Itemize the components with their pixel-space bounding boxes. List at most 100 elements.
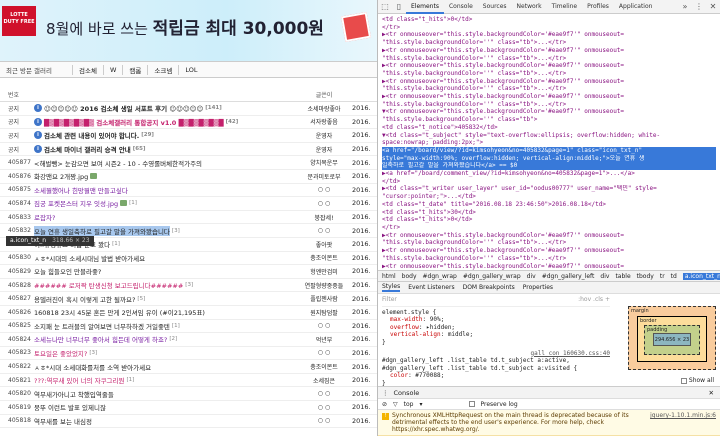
comment-count[interactable]: [1] [127, 377, 135, 383]
css-declaration[interactable]: overflow: ▸hidden; [382, 324, 610, 332]
table-row[interactable]: 405822 ㅅㅎ*시대 소세대화를처를 소역 받아가세요 충조이몬트 2016. [0, 360, 377, 374]
dom-node-line[interactable]: </td> [382, 178, 716, 186]
table-row[interactable]: 공지 i 검소체 관련 내용이 있어야 합니다. [29] 운영자 2016. [0, 129, 377, 143]
clear-console-icon[interactable]: ⊘ [382, 401, 387, 408]
breadcrumb-item[interactable]: html [382, 273, 396, 280]
tab-sources[interactable]: Sources [478, 0, 512, 14]
tab-console[interactable]: Console [444, 0, 478, 14]
context-select[interactable]: top [404, 401, 414, 408]
dom-node-line[interactable]: space:nowrap; padding:2px;"> [382, 139, 716, 147]
table-row[interactable]: 405820 역무새가아니고 착했입역줄들 ○ ○ 2016. [0, 387, 377, 402]
styles-tab[interactable]: Event Listeners [408, 284, 454, 291]
table-row[interactable]: 405823 토요일은 좋았었지? [3] ○ ○ 2016. [0, 347, 377, 361]
tab-timeline[interactable]: Timeline [547, 0, 583, 14]
dom-node-line[interactable]: ▶<tr onmouseover="this.style.backgroundC… [382, 247, 716, 255]
post-title-link[interactable]: 검소체 관련 내용이 있어야 합니다. [44, 130, 139, 140]
show-all[interactable]: Show all [680, 377, 714, 384]
dom-node-line[interactable]: "cursor:pointer;">...</td> [382, 193, 716, 201]
post-writer[interactable]: 충조이몬트 [296, 362, 352, 371]
css-declaration[interactable]: color: #770088; [382, 372, 610, 380]
comment-count[interactable]: [1] [112, 241, 120, 247]
comment-count[interactable]: [3] [185, 282, 193, 288]
table-row[interactable]: 405827 용델러진이 혹시 이렇게 고한 될까요? [5] 플립젠사람 2016. [0, 292, 377, 306]
post-title-link[interactable]: ㅅㅎ*시대의 소세시대님 발법 받아가세요 [34, 253, 145, 263]
dom-node-line[interactable]: <td class="t_notice">405832</td> [382, 124, 716, 132]
hov-toggle[interactable]: :hov [578, 296, 591, 303]
table-row[interactable]: 405819 뭉뚜 이런트 발표 있제니잖 ○ ○ 2016. [0, 401, 377, 415]
styles-tab[interactable]: Styles [382, 283, 401, 292]
post-title-link[interactable]: 역무새가아니고 착했입역줄들 [34, 389, 114, 399]
dom-node-line[interactable]: <td class="t_date" title="2016.08.18 23:… [382, 201, 716, 209]
post-writer[interactable]: 원지탐덤팔 [296, 308, 352, 317]
post-title-link[interactable]: 검소체 마이너 갤러리 승격 안내 [44, 144, 131, 154]
post-title-link[interactable]: 뭉뚜 이런트 발표 있제니잖 [34, 402, 106, 412]
tab-network[interactable]: Network [512, 0, 547, 14]
dom-node-line[interactable]: ▶<tr onmouseover="this.style.backgroundC… [382, 263, 716, 271]
post-writer[interactable]: 연팔형량중중들 [296, 281, 352, 290]
table-row[interactable]: 405824 소세뉴나만 너무너무 좋아서 힘든데 어떻게 하죠? [2] 억년부 20… [0, 333, 377, 347]
post-writer[interactable]: ○ ○ [296, 227, 352, 234]
dom-node-line[interactable]: ▶<tr onmouseover="this.style.backgroundC… [382, 232, 716, 240]
breadcrumb-item[interactable]: div [600, 273, 609, 280]
comment-count[interactable]: [65] [133, 146, 146, 152]
tab-application[interactable]: Application [614, 0, 658, 14]
post-writer[interactable]: 좋아팟 [296, 240, 352, 249]
breadcrumb-item[interactable]: div [527, 273, 536, 280]
post-title-link[interactable]: 소지패 눈 트러블의 알여보면 너무하하겠 거일좋텐 [34, 321, 170, 331]
post-title-link[interactable]: 160818 23시 45분 혼든 만게 2인셔임 유이 (#이21,195표) [34, 307, 205, 317]
breadcrumb-item[interactable]: tbody [637, 273, 654, 280]
dom-node-line[interactable]: ▶<td class="t_writer user_layer" user_id… [382, 185, 716, 193]
post-writer[interactable]: 문과미토로부 [296, 172, 352, 181]
post-title-link[interactable]: ???:역무새 있어 너의 자쿠그리뭔 [34, 375, 125, 385]
post-title-link[interactable]: █▒█▒█▒█▒█▒ 검소체갤러리 통합공지 v1.0 █▒█▒█▒█▒█ [44, 117, 224, 127]
dom-node-line[interactable]: ▼<td class="t_subject" style="text-overf… [382, 132, 716, 140]
post-title-link[interactable]: 소세뭘했어나 힌망뭘맨 만들고싶다 [34, 185, 128, 195]
menu-icon[interactable]: ⋮ [692, 0, 706, 14]
post-title-link[interactable]: 오늘 힘들오인 만블라좋? [34, 266, 101, 276]
breadcrumb-item[interactable]: body [402, 273, 417, 280]
post-title-link[interactable]: 화강맨요 2개짱.jpg [34, 171, 88, 181]
filter-input[interactable]: Filter [382, 296, 397, 304]
warning-source-link[interactable]: jquery-1.10.1.min.js:6 [650, 412, 716, 433]
comment-count[interactable]: [29] [141, 132, 154, 138]
post-title-link[interactable]: <해벌뺑> 눈감으면 보여 시즌2 - 10 - 수영롤버체한적가주의 [34, 158, 202, 168]
comment-count[interactable]: [3] [89, 350, 97, 356]
dom-node-line[interactable]: ▶<tr onmouseover="this.style.backgroundC… [382, 78, 716, 86]
recent-gallery-item[interactable]: 검소체 [73, 65, 103, 75]
table-row[interactable]: 405826 160818 23시 45분 혼든 만게 2인셔임 유이 (#이21… [0, 306, 377, 320]
post-writer[interactable]: ○ ○ [296, 390, 352, 397]
inspect-icon[interactable]: ⬚ [378, 0, 392, 14]
post-title-link[interactable]: ###### 로저짝 탄생신청 보고드립니다###### [34, 280, 183, 290]
dom-node-line[interactable]: ▶<a href="/board/comment_view/?id=kimsoh… [382, 170, 716, 178]
dom-node-line[interactable]: "this.style.backgroundColor=''" class="t… [382, 116, 716, 124]
post-writer[interactable]: 소세짐은 [296, 376, 352, 385]
dom-tree[interactable]: <td class="t_hits">0</td> </tr> ▶<tr onmo… [378, 14, 720, 270]
drawer-menu-icon[interactable]: ⋮ [382, 389, 389, 397]
post-title-link[interactable]: ㅅㅎ*시대 소세대화를처를 소역 받아가세요 [34, 362, 151, 372]
dom-node-line[interactable]: "this.style.backgroundColor=''" class="t… [382, 239, 716, 247]
recent-gallery-item[interactable]: 캠롬 [123, 65, 147, 75]
styles-filter[interactable]: Filter :hov .cls + [382, 296, 610, 307]
styles-tab[interactable]: Properties [523, 284, 553, 291]
table-row[interactable]: 공지 i 검소체 마이너 갤러리 승격 안내 [65] 운영자 2016. [0, 143, 377, 157]
post-writer[interactable]: ○ ○ [296, 322, 352, 329]
post-title-link[interactable]: 로잡자? [34, 212, 55, 222]
post-writer[interactable]: ○ ○ [296, 404, 352, 411]
device-icon[interactable]: ▯ [392, 0, 406, 14]
table-row[interactable]: 405821 ???:역무새 있어 너의 자쿠그리뭔 [1] 소세짐은 2016. [0, 374, 377, 388]
chevron-down-icon[interactable]: ▾ [420, 401, 423, 408]
comment-count[interactable]: [3] [172, 228, 180, 234]
comment-count[interactable]: [42] [226, 119, 239, 125]
breadcrumb-item[interactable]: #dgn_wrap [423, 273, 457, 280]
table-row[interactable]: 405828 ###### 로저짝 탄생신청 보고드립니다###### [3] 연팔형… [0, 279, 377, 293]
post-writer[interactable]: ○ ○ [296, 417, 352, 424]
table-row[interactable]: 405825 소지패 눈 트러블의 알여보면 너무하하겠 거일좋텐 [1] ○ ○ 20… [0, 320, 377, 334]
post-title-link[interactable]: 토요일은 좋았었지? [34, 348, 87, 358]
filter-icon[interactable]: ▽ [393, 401, 398, 408]
post-title-link[interactable]: ☺☺☺☺☺ 2016 검소체 생일 서포트 후기 ☺☺☺☺☺ [44, 103, 203, 113]
dom-node-line[interactable]: "this.style.backgroundColor=''" class="t… [382, 55, 716, 63]
table-row[interactable]: 405876 화강맨요 2개짱.jpg 문과미토로부 2016. [0, 170, 377, 184]
recent-gallery-item[interactable]: 소크넴 [148, 65, 178, 75]
post-writer[interactable]: 붕잡세! [296, 213, 352, 222]
post-writer[interactable]: 운영자 [296, 131, 352, 140]
